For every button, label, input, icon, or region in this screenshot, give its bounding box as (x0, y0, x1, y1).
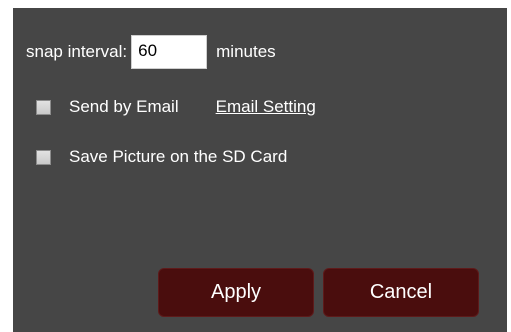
send-by-email-checkbox[interactable] (36, 99, 51, 115)
send-by-email-row: Send by Email Email Setting (36, 97, 316, 117)
snap-interval-label: snap interval: (26, 42, 128, 61)
snap-interval-row: snap interval: minutes (26, 35, 276, 69)
save-sd-row: Save Picture on the SD Card (36, 147, 287, 167)
cancel-button[interactable]: Cancel (323, 268, 479, 317)
save-sd-checkbox[interactable] (36, 149, 51, 165)
snap-interval-unit: minutes (216, 42, 276, 61)
send-by-email-label: Send by Email (69, 97, 179, 116)
snapshot-settings-panel: snap interval: minutes Send by Email Ema… (13, 8, 507, 332)
snap-interval-input[interactable] (131, 35, 208, 69)
apply-button[interactable]: Apply (158, 268, 314, 317)
save-sd-label: Save Picture on the SD Card (69, 147, 288, 166)
email-setting-link[interactable]: Email Setting (216, 97, 316, 117)
